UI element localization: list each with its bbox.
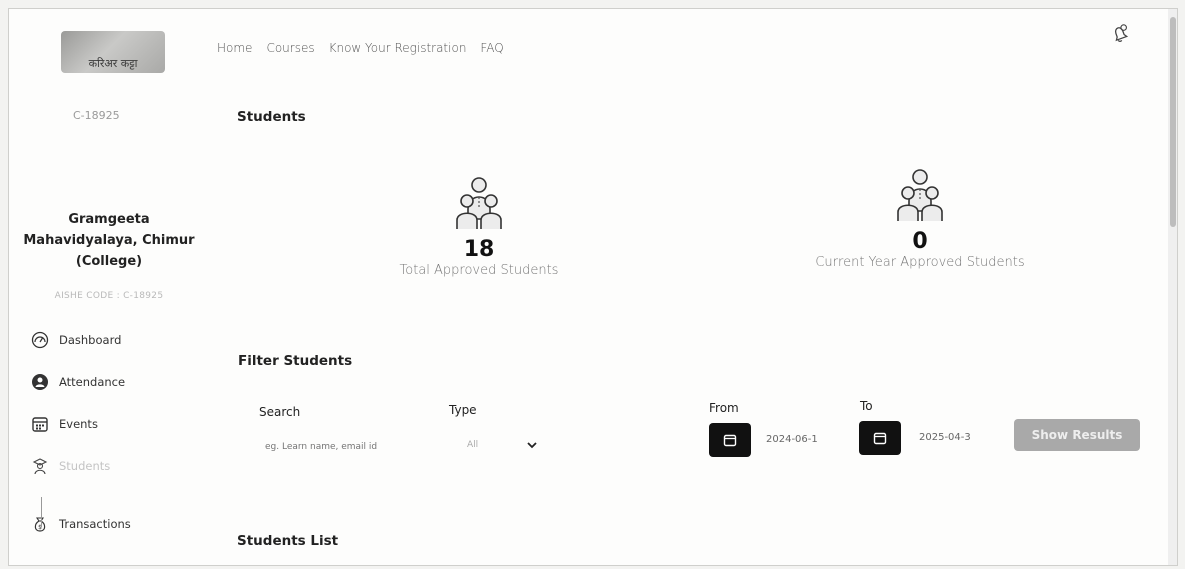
- nav-courses[interactable]: Courses: [266, 41, 314, 55]
- from-date-value[interactable]: 2024-06-1: [766, 434, 818, 445]
- type-label: Type: [449, 403, 477, 417]
- nav-home[interactable]: Home: [217, 41, 252, 55]
- sidebar-menu: Dashboard Attendance Events Students $ T…: [31, 329, 131, 555]
- college-name-line2: Mahavidyalaya, Chimur: [23, 233, 195, 248]
- stat-label: Total Approved Students: [399, 263, 559, 278]
- from-label: From: [709, 401, 739, 415]
- college-name-line1: Gramgeeta: [68, 212, 150, 227]
- students-list-heading: Students List: [237, 533, 339, 549]
- to-label: To: [860, 399, 873, 413]
- sidebar-item-dashboard[interactable]: Dashboard: [31, 329, 131, 351]
- aishe-code: AISHE CODE : C-18925: [54, 291, 164, 301]
- sidebar: C-18925 Gramgeeta Mahavidyalaya, Chimur …: [9, 89, 209, 565]
- stat-value: 18: [463, 237, 495, 262]
- people-group-icon: [456, 177, 502, 229]
- stat-current-year-approved: 0 Current Year Approved Students: [795, 167, 1045, 270]
- people-group-icon: [897, 169, 943, 221]
- stat-value: 0: [912, 229, 928, 254]
- stat-label: Current Year Approved Students: [815, 255, 1025, 270]
- calendar-icon: [873, 432, 887, 445]
- from-date-picker-button[interactable]: [709, 423, 751, 457]
- sidebar-item-events[interactable]: Events: [31, 413, 131, 435]
- chevron-down-icon: [527, 442, 537, 449]
- logo[interactable]: करिअर कट्टा: [61, 31, 165, 73]
- type-select[interactable]: All: [467, 435, 537, 455]
- money-bag-icon: $: [31, 515, 49, 533]
- stat-total-approved: 18 Total Approved Students: [369, 175, 589, 278]
- attendance-icon: [31, 373, 49, 391]
- sidebar-item-label: Students: [59, 459, 111, 473]
- calendar-icon: [31, 415, 49, 433]
- nav-know-your-registration[interactable]: Know Your Registration: [329, 41, 467, 55]
- nav-faq[interactable]: FAQ: [480, 41, 503, 55]
- show-results-button[interactable]: Show Results: [1014, 419, 1140, 451]
- calendar-icon: [723, 434, 737, 447]
- sidebar-item-label: Dashboard: [59, 333, 122, 347]
- sidebar-item-transactions[interactable]: $ Transactions: [31, 513, 131, 535]
- search-input[interactable]: [263, 437, 437, 457]
- top-nav: Home Courses Know Your Registration FAQ: [217, 41, 504, 55]
- college-code: C-18925: [73, 109, 120, 122]
- scrollbar-thumb[interactable]: [1170, 17, 1176, 227]
- logo-text: करिअर कट्टा: [88, 57, 138, 70]
- sidebar-item-label: Events: [59, 417, 98, 431]
- students-icon: [31, 457, 49, 475]
- dashboard-icon: [31, 331, 49, 349]
- search-label: Search: [259, 405, 301, 419]
- sidebar-item-label: Transactions: [59, 517, 131, 531]
- bell-icon[interactable]: [1109, 23, 1131, 45]
- scrollbar[interactable]: [1168, 9, 1177, 565]
- sidebar-item-label: Attendance: [59, 375, 126, 389]
- sidebar-item-students[interactable]: Students: [31, 455, 131, 477]
- type-select-value: All: [467, 440, 479, 450]
- college-name: Gramgeeta Mahavidyalaya, Chimur (College…: [9, 209, 209, 272]
- to-date-picker-button[interactable]: [859, 421, 901, 455]
- sidebar-item-attendance[interactable]: Attendance: [31, 371, 131, 393]
- filter-heading: Filter Students: [238, 353, 353, 369]
- to-date-value[interactable]: 2025-04-3: [919, 432, 971, 443]
- college-name-line3: (College): [75, 254, 143, 269]
- app-window: करिअर कट्टा Home Courses Know Your Regis…: [8, 8, 1178, 566]
- menu-divider: [41, 497, 42, 527]
- students-heading: Students: [237, 109, 306, 125]
